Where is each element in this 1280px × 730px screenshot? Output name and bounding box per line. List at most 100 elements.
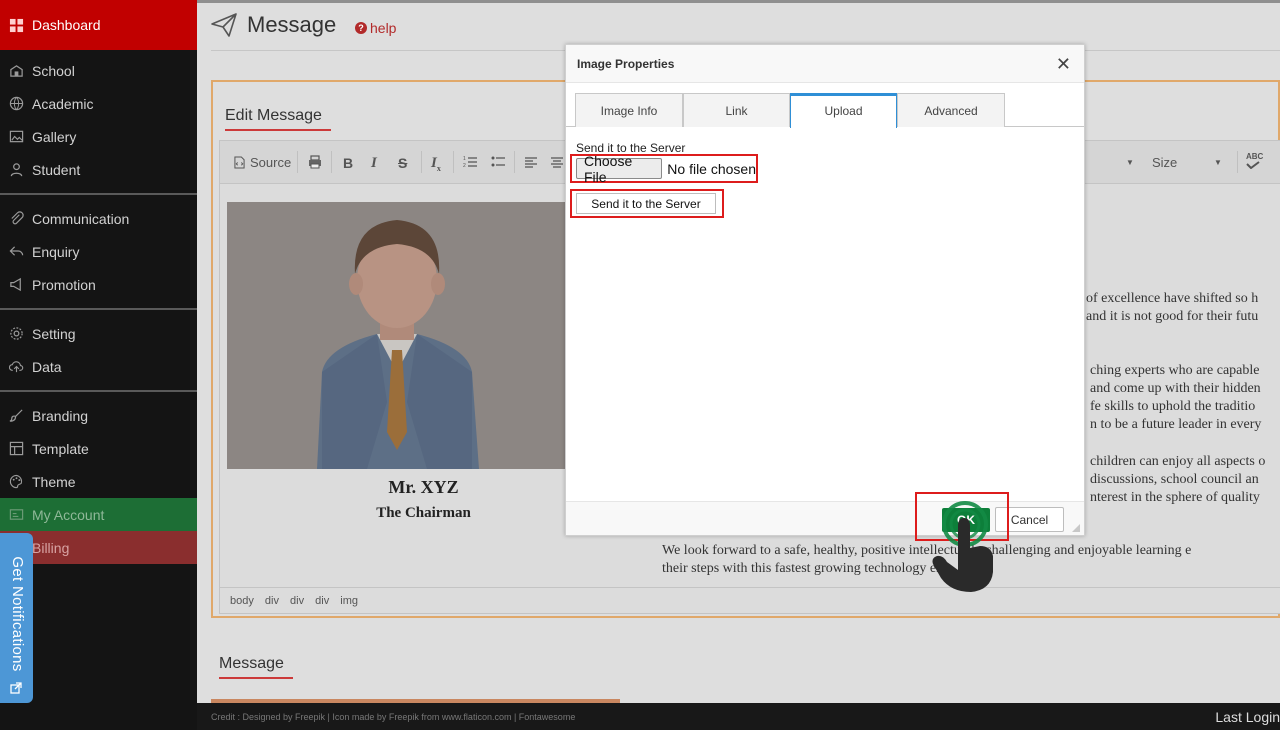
- title-underline: [225, 129, 331, 131]
- path-item[interactable]: body: [230, 595, 254, 607]
- account-icon: [8, 507, 24, 523]
- sidebar-item-label: My Account: [32, 506, 105, 523]
- spellcheck-label: ABC: [1246, 152, 1264, 161]
- sidebar-item-academic[interactable]: Academic: [0, 87, 197, 120]
- bullet-list-icon[interactable]: [491, 155, 505, 172]
- toolbar-separator: [514, 151, 515, 173]
- help-label: help: [370, 20, 397, 36]
- tab-label: Upload: [824, 104, 863, 118]
- size-label: Size: [1152, 155, 1178, 170]
- path-item[interactable]: div: [315, 595, 329, 607]
- numbered-list-icon[interactable]: 12: [463, 155, 477, 172]
- sidebar-item-enquiry[interactable]: Enquiry: [0, 235, 197, 268]
- sidebar-item-label: Student: [32, 161, 81, 178]
- gear-icon: [8, 326, 24, 342]
- remove-format-icon[interactable]: Ix: [431, 155, 441, 173]
- sidebar-item-gallery[interactable]: Gallery: [0, 120, 197, 153]
- text-line: and it is not good for their futu: [1086, 309, 1259, 324]
- sidebar-item-label: Promotion: [32, 276, 96, 293]
- sidebar-item-data[interactable]: Data: [0, 350, 197, 383]
- edit-message-title: Edit Message: [225, 107, 322, 124]
- element-path: body div div div img: [220, 587, 1280, 615]
- dialog-title: Image Properties: [577, 57, 675, 71]
- tab-label: Advanced: [924, 103, 978, 118]
- text-line: and come up with their hidden: [1090, 381, 1261, 396]
- sidebar-item-student[interactable]: Student: [0, 153, 197, 186]
- text-line: discussions, school council an: [1090, 472, 1259, 487]
- tab-image-info[interactable]: Image Info: [575, 93, 683, 127]
- source-button[interactable]: Source: [234, 155, 291, 170]
- megaphone-icon: [8, 277, 24, 293]
- sidebar-item-label: Academic: [32, 95, 94, 112]
- sidebar-item-promotion[interactable]: Promotion: [0, 268, 197, 301]
- sidebar-item-my-account[interactable]: My Account: [0, 498, 197, 531]
- toolbar-separator: [297, 151, 298, 173]
- text-line: nterest in the sphere of quality: [1090, 490, 1260, 505]
- source-icon: [234, 156, 245, 169]
- svg-text:1: 1: [463, 156, 466, 162]
- person-illustration: [227, 202, 567, 469]
- sidebar-item-label: Data: [32, 358, 62, 375]
- top-strip: [197, 0, 1280, 3]
- footer: Credit : Designed by Freepik | Icon made…: [197, 703, 1280, 730]
- path-item[interactable]: div: [265, 595, 279, 607]
- hand-pointer-icon: [932, 501, 993, 592]
- page-title: Message: [247, 12, 337, 37]
- tab-link[interactable]: Link: [683, 93, 790, 127]
- sidebar-item-label: Setting: [32, 325, 76, 342]
- resize-handle-icon[interactable]: [1072, 524, 1080, 532]
- send-highlight: Send it to the Server: [570, 189, 724, 218]
- italic-icon[interactable]: I: [371, 155, 377, 172]
- font-dropdown-arrow[interactable]: ▼: [1126, 158, 1134, 167]
- size-dropdown[interactable]: Size ▼: [1152, 155, 1227, 170]
- get-notifications-label: Get Notifications: [9, 556, 26, 672]
- footer-credit: Credit : Designed by Freepik | Icon made…: [211, 712, 576, 722]
- sidebar-divider: [0, 390, 197, 392]
- sidebar-divider: [0, 193, 197, 195]
- spellcheck-icon[interactable]: ABC: [1246, 152, 1263, 169]
- sidebar-item-school[interactable]: School: [0, 54, 197, 87]
- file-input[interactable]: Choose File No file chosen: [570, 153, 758, 185]
- strikethrough-icon[interactable]: S: [398, 155, 407, 171]
- paper-plane-icon: [211, 13, 237, 37]
- sidebar-item-label: Billing: [32, 539, 70, 556]
- sidebar-item-label: Template: [32, 440, 89, 457]
- page-header: Message: [211, 12, 336, 38]
- get-notifications-tab[interactable]: Get Notifications: [0, 533, 33, 703]
- tab-advanced[interactable]: Advanced: [897, 93, 1005, 127]
- sidebar-item-communication[interactable]: Communication: [0, 202, 197, 235]
- text-line: fe skills to uphold the traditio: [1090, 399, 1256, 414]
- toolbar-separator: [453, 151, 454, 173]
- dialog-header: Image Properties ✕: [566, 45, 1084, 83]
- align-center-icon[interactable]: [550, 155, 564, 172]
- brush-icon: [8, 408, 24, 424]
- sidebar-item-branding[interactable]: Branding: [0, 399, 197, 432]
- tab-label: Image Info: [600, 103, 658, 118]
- help-link[interactable]: ? help: [355, 20, 396, 36]
- path-item[interactable]: div: [290, 595, 304, 607]
- source-label: Source: [250, 155, 292, 170]
- tab-upload[interactable]: Upload: [790, 93, 897, 128]
- align-left-icon[interactable]: [524, 155, 538, 172]
- close-icon[interactable]: ✕: [1056, 54, 1071, 74]
- chairman-photo: [227, 202, 567, 469]
- toolbar-separator: [331, 151, 332, 173]
- print-icon[interactable]: [308, 155, 322, 172]
- template-icon: [8, 441, 24, 457]
- reply-icon: [8, 244, 24, 260]
- choose-file-button[interactable]: Choose File: [576, 153, 663, 185]
- bold-icon[interactable]: B: [343, 155, 353, 171]
- text-line: children can enjoy all aspects o: [1090, 454, 1266, 469]
- path-item[interactable]: img: [340, 595, 358, 607]
- sidebar-item-dashboard[interactable]: Dashboard: [0, 0, 197, 50]
- sidebar-item-template[interactable]: Template: [0, 432, 197, 465]
- sidebar-divider: [0, 308, 197, 310]
- sidebar-item-label: Theme: [32, 473, 76, 490]
- image-properties-dialog: Image Properties ✕ Image Info Link Uploa…: [565, 44, 1085, 536]
- sidebar: Dashboard School Academic Gallery Studen…: [0, 0, 197, 730]
- sidebar-item-theme[interactable]: Theme: [0, 465, 197, 498]
- file-status: No file chosen: [667, 160, 756, 177]
- image-icon: [8, 129, 24, 145]
- send-to-server-button[interactable]: Send it to the Server: [576, 193, 716, 214]
- sidebar-item-setting[interactable]: Setting: [0, 317, 197, 350]
